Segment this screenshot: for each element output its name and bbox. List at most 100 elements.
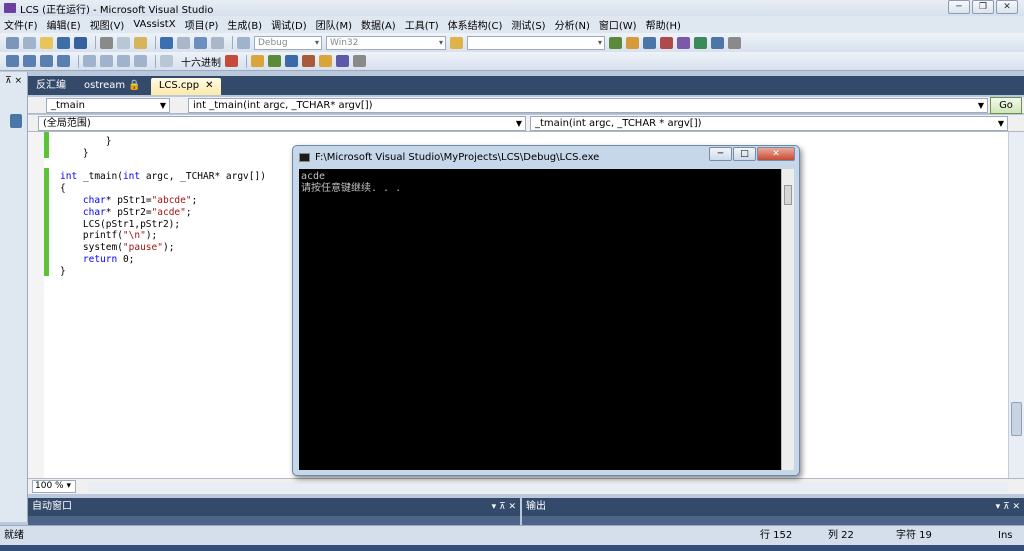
uncomment-icon[interactable] xyxy=(319,55,332,67)
quick-watch-icon[interactable] xyxy=(160,55,173,67)
chevron-down-icon: ▼ xyxy=(997,119,1004,128)
console-close-button[interactable]: ✕ xyxy=(757,147,795,161)
panel-pin-icon[interactable]: ▾ ⊼ ✕ xyxy=(492,498,516,516)
save-all-icon[interactable] xyxy=(74,36,87,49)
menu-test[interactable]: 测试(S) xyxy=(511,17,545,32)
navigate-backward-icon[interactable] xyxy=(194,36,207,49)
navigate-forward-icon[interactable] xyxy=(211,36,224,49)
menu-vassistx[interactable]: VAssistX xyxy=(133,19,175,30)
start-page-icon[interactable] xyxy=(711,36,724,49)
tab-label: 反汇编 xyxy=(36,80,66,91)
breakpoints-window-icon[interactable] xyxy=(225,55,238,67)
console-minimize-button[interactable]: ─ xyxy=(709,147,732,161)
step-out-icon[interactable] xyxy=(134,55,147,67)
menu-tools[interactable]: 工具(T) xyxy=(405,17,439,32)
redo-icon[interactable] xyxy=(177,36,190,49)
editor-vertical-scrollbar[interactable] xyxy=(1008,132,1024,478)
close-button[interactable]: ✕ xyxy=(996,0,1018,14)
close-tab-icon[interactable]: ✕ xyxy=(205,80,213,91)
hexadecimal-toggle[interactable]: 十六进制 xyxy=(181,54,221,69)
solution-configuration-select[interactable]: Debug xyxy=(254,35,322,50)
zoom-select[interactable]: 100 % ▾ xyxy=(32,480,76,493)
console-window[interactable]: F:\Microsoft Visual Studio\MyProjects\LC… xyxy=(292,145,800,476)
editor-gutter[interactable] xyxy=(28,132,44,478)
output-panel-tabs xyxy=(522,516,1024,525)
code-line: char* pStr1="abcde"; xyxy=(82,194,198,206)
toolbar-options-icon[interactable] xyxy=(353,55,366,67)
restore-button[interactable]: ❐ xyxy=(972,0,994,14)
scroll-thumb[interactable] xyxy=(784,185,792,205)
start-debugging-icon[interactable] xyxy=(237,36,250,49)
break-all-icon[interactable] xyxy=(23,55,36,67)
menu-data[interactable]: 数据(A) xyxy=(361,17,396,32)
new-project-icon[interactable] xyxy=(6,36,19,49)
step-over-icon[interactable] xyxy=(117,55,130,67)
stop-debugging-icon[interactable] xyxy=(40,55,53,67)
toolbox-icon[interactable] xyxy=(660,36,673,49)
extension-manager-icon[interactable] xyxy=(728,36,741,49)
autos-panel-header[interactable]: 自动窗口 ▾ ⊼ ✕ xyxy=(28,498,520,516)
menu-team[interactable]: 团队(M) xyxy=(316,17,352,32)
tab-ostream[interactable]: ostream 🔒 xyxy=(76,78,149,95)
properties-icon[interactable] xyxy=(626,36,639,49)
find-combo[interactable] xyxy=(467,35,605,50)
tab-disassembly[interactable]: 反汇编 xyxy=(28,78,74,95)
toolbar-separator xyxy=(232,36,233,49)
go-button[interactable]: Go xyxy=(990,97,1022,114)
copy-icon[interactable] xyxy=(117,36,130,49)
menu-help[interactable]: 帮助(H) xyxy=(646,17,681,32)
menu-project[interactable]: 项目(P) xyxy=(185,17,219,32)
panel-pin-icon[interactable]: ▾ ⊼ ✕ xyxy=(996,498,1020,516)
team-explorer-icon[interactable] xyxy=(694,36,707,49)
open-folder-icon[interactable] xyxy=(40,36,53,49)
output-panel-header[interactable]: 输出 ▾ ⊼ ✕ xyxy=(522,498,1024,516)
scope-combo[interactable]: (全局范围) ▼ xyxy=(38,116,526,131)
outdent-icon[interactable] xyxy=(302,55,315,67)
class-view-icon[interactable] xyxy=(677,36,690,49)
menu-architecture[interactable]: 体系结构(C) xyxy=(448,17,503,32)
status-line: 行 152 xyxy=(760,530,793,541)
server-explorer-icon[interactable] xyxy=(10,114,22,128)
minimize-button[interactable]: ─ xyxy=(948,0,970,14)
step-into-icon[interactable] xyxy=(100,55,113,67)
menu-file[interactable]: 文件(F) xyxy=(4,17,38,32)
menu-edit[interactable]: 编辑(E) xyxy=(47,17,81,32)
restart-icon[interactable] xyxy=(57,55,70,67)
function-combo[interactable]: _tmain(int argc, _TCHAR * argv[]) ▼ xyxy=(530,116,1008,131)
code-line: return 0; xyxy=(82,253,135,265)
continue-icon[interactable] xyxy=(6,55,19,67)
cut-icon[interactable] xyxy=(100,36,113,49)
console-icon xyxy=(299,153,310,162)
menu-bar: 文件(F) 编辑(E) 视图(V) VAssistX 项目(P) 生成(B) 调… xyxy=(0,16,1024,33)
left-dock-bar: ⊼ × xyxy=(0,72,28,522)
pin-icon[interactable]: ⊼ × xyxy=(0,72,27,86)
console-maximize-button[interactable]: □ xyxy=(733,147,756,161)
save-icon[interactable] xyxy=(57,36,70,49)
show-next-statement-icon[interactable] xyxy=(83,55,96,67)
scroll-thumb[interactable] xyxy=(1011,402,1022,436)
menu-view[interactable]: 视图(V) xyxy=(90,17,125,32)
add-item-icon[interactable] xyxy=(23,36,36,49)
tab-lcs-cpp[interactable]: LCS.cpp ✕ xyxy=(150,78,222,95)
solution-platform-select[interactable]: Win32 xyxy=(326,35,446,50)
paste-icon[interactable] xyxy=(134,36,147,49)
bookmark-icon[interactable] xyxy=(251,55,264,67)
menu-debug[interactable]: 调试(D) xyxy=(271,17,307,32)
spelling-icon[interactable] xyxy=(336,55,349,67)
object-browser-icon[interactable] xyxy=(643,36,656,49)
find-in-files-icon[interactable] xyxy=(450,36,463,49)
undo-icon[interactable] xyxy=(160,36,173,49)
console-scrollbar[interactable] xyxy=(781,169,794,470)
menu-analyze[interactable]: 分析(N) xyxy=(555,17,590,32)
console-output[interactable]: acde 请按任意键继续. . . xyxy=(299,169,781,470)
editor-horizontal-scrollbar[interactable] xyxy=(88,482,1008,492)
member-combo[interactable]: int _tmain(int argc, _TCHAR* argv[]) ▼ xyxy=(188,98,988,113)
code-text[interactable]: } } int _tmain(int argc, _TCHAR* argv[])… xyxy=(60,136,266,278)
menu-window[interactable]: 窗口(W) xyxy=(599,17,637,32)
solution-explorer-icon[interactable] xyxy=(609,36,622,49)
type-combo[interactable]: _tmain ▼ xyxy=(46,98,170,113)
indent-icon[interactable] xyxy=(285,55,298,67)
menu-build[interactable]: 生成(B) xyxy=(227,17,262,32)
comment-icon[interactable] xyxy=(268,55,281,67)
